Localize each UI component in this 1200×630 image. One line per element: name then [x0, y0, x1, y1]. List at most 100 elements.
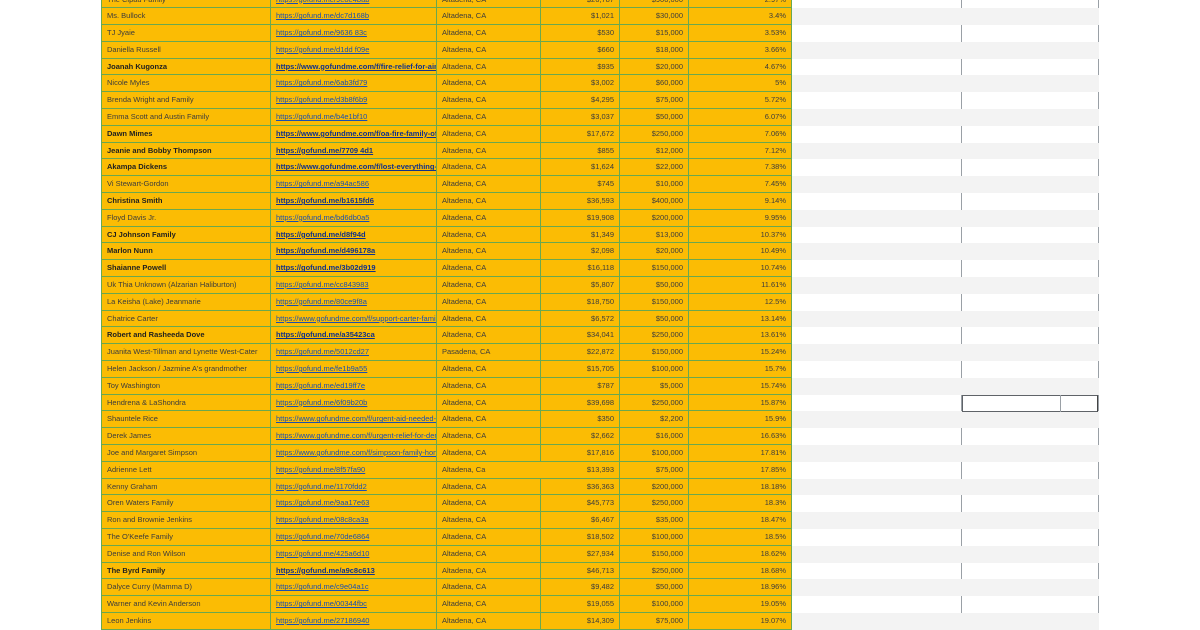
cell-percent-funded[interactable]: 18.5%	[689, 529, 792, 546]
empty-cells[interactable]	[792, 377, 1099, 395]
cell-location[interactable]: Altadena, CA	[437, 109, 541, 126]
cell-location[interactable]: Altadena, CA	[437, 260, 541, 278]
cell-percent-funded[interactable]: 9.14%	[689, 193, 792, 210]
empty-cells[interactable]	[792, 294, 1099, 311]
empty-cells[interactable]	[792, 41, 1099, 59]
cell-goal[interactable]: $35,000	[620, 512, 689, 529]
cell-amount-raised[interactable]: $15,705	[541, 361, 620, 378]
cell-goal[interactable]: $250,000	[620, 495, 689, 513]
cell-name[interactable]: Shauntele Rice	[101, 411, 271, 429]
cell-amount-raised[interactable]: $39,698	[541, 394, 620, 412]
cell-location[interactable]: Altadena, CA	[437, 92, 541, 110]
cell-fundraiser-link[interactable]: https://gofund.me/425a6d10	[271, 545, 437, 563]
cell-goal[interactable]: $2,200	[620, 411, 689, 429]
cell-amount-raised[interactable]: $27,934	[541, 545, 620, 563]
cell-fundraiser-link[interactable]: https://www.gofundme.com/f/urgent-relief…	[271, 428, 437, 446]
selected-cell[interactable]	[962, 394, 1098, 412]
cell-percent-funded[interactable]: 17.85%	[689, 461, 792, 479]
cell-fundraiser-link[interactable]: https://gofund.me/dc7d168b	[271, 8, 437, 26]
cell-amount-raised[interactable]: $2,098	[541, 243, 620, 261]
cell-name[interactable]: Adrienne Lett	[101, 461, 271, 479]
cell-goal[interactable]: $50,000	[620, 579, 689, 597]
cell-goal[interactable]: $900,000	[620, 0, 689, 9]
cell-amount-raised[interactable]: $14,309	[541, 612, 620, 630]
cell-goal[interactable]: $100,000	[620, 445, 689, 462]
cell-name[interactable]: Daniella Russell	[101, 41, 271, 59]
cell-goal[interactable]: $250,000	[620, 562, 689, 580]
cell-amount-raised[interactable]: $19,908	[541, 209, 620, 227]
cell-name[interactable]: Oren Waters Family	[101, 495, 271, 513]
cell-location[interactable]: Altadena, CA	[437, 579, 541, 597]
cell-goal[interactable]: $60,000	[620, 75, 689, 93]
cell-goal[interactable]: $50,000	[620, 310, 689, 328]
cell-percent-funded[interactable]: 7.38%	[689, 159, 792, 177]
cell-location[interactable]: Altadena, CA	[437, 478, 541, 496]
cell-location[interactable]: Altadena, CA	[437, 125, 541, 143]
cell-location[interactable]: Altadena, CA	[437, 529, 541, 546]
empty-cells[interactable]	[792, 495, 1099, 512]
cell-location[interactable]: Altadena, CA	[437, 142, 541, 160]
cell-goal[interactable]: $100,000	[620, 361, 689, 378]
cell-location[interactable]: Altadena, CA	[437, 75, 541, 93]
cell-amount-raised[interactable]: $6,572	[541, 310, 620, 328]
cell-fundraiser-link[interactable]: https://gofund.me/ed19ff7e	[271, 377, 437, 395]
cell-amount-raised[interactable]: $745	[541, 176, 620, 194]
cell-name[interactable]: Vi Stewart-Gordon	[101, 176, 271, 194]
empty-cells[interactable]	[792, 227, 1099, 244]
cell-percent-funded[interactable]: 4.67%	[689, 58, 792, 76]
cell-fundraiser-link[interactable]: https://gofund.me/d3b8f6b9	[271, 92, 437, 110]
empty-cells[interactable]	[792, 596, 1099, 613]
cell-percent-funded[interactable]: 19.05%	[689, 596, 792, 613]
cell-fundraiser-link[interactable]: https://gofund.me/a35423ca	[271, 327, 437, 345]
empty-cells[interactable]	[792, 243, 1099, 261]
cell-amount-raised[interactable]: $34,041	[541, 327, 620, 345]
cell-percent-funded[interactable]: 18.3%	[689, 495, 792, 513]
empty-cells[interactable]	[792, 0, 1099, 8]
cell-name[interactable]: Floyd Davis Jr.	[101, 209, 271, 227]
cell-goal[interactable]: $250,000	[620, 327, 689, 345]
cell-location[interactable]: Altadena, CA	[437, 0, 541, 9]
cell-goal[interactable]: $100,000	[620, 529, 689, 546]
cell-name[interactable]: Ms. Bullock	[101, 8, 271, 26]
cell-amount-raised[interactable]: $22,872	[541, 344, 620, 362]
cell-percent-funded[interactable]: 16.63%	[689, 428, 792, 446]
cell-percent-funded[interactable]: 7.45%	[689, 176, 792, 194]
cell-percent-funded[interactable]: 12.5%	[689, 293, 792, 311]
empty-cells[interactable]	[792, 478, 1099, 496]
cell-goal[interactable]: $75,000	[620, 612, 689, 630]
cell-name[interactable]: Dalyce Curry (Mamma D)	[101, 579, 271, 597]
empty-cells[interactable]	[792, 361, 1099, 378]
cell-fundraiser-link[interactable]: https://gofund.me/8f57fa90	[271, 461, 437, 479]
empty-cells[interactable]	[792, 159, 1099, 176]
cell-percent-funded[interactable]: 11.61%	[689, 277, 792, 294]
cell-location[interactable]: Altadena, CA	[437, 176, 541, 194]
cell-name[interactable]: The Cipau Family	[101, 0, 271, 9]
cell-amount-raised[interactable]: $855	[541, 142, 620, 160]
cell-fundraiser-link[interactable]: https://gofund.me/d1dd f09e	[271, 41, 437, 59]
cell-goal[interactable]: $15,000	[620, 25, 689, 42]
cell-fundraiser-link[interactable]: https://gofund.me/b1615fd6	[271, 193, 437, 210]
cell-percent-funded[interactable]: 9.95%	[689, 209, 792, 227]
cell-fundraiser-link[interactable]: https://www.gofundme.com/f/simpson-famil…	[271, 445, 437, 462]
cell-fundraiser-link[interactable]: https://gofund.me/c9e04a1c	[271, 579, 437, 597]
cell-amount-raised[interactable]: $4,295	[541, 92, 620, 110]
empty-cells[interactable]	[792, 176, 1099, 194]
empty-cells[interactable]	[792, 428, 1099, 445]
cell-name[interactable]: Denise and Ron Wilson	[101, 545, 271, 563]
cell-location[interactable]: Altadena, CA	[437, 562, 541, 580]
cell-fundraiser-link[interactable]: https://gofund.me/80ce9f8a	[271, 293, 437, 311]
empty-cells[interactable]	[792, 512, 1099, 529]
cell-percent-funded[interactable]: 15.87%	[689, 394, 792, 412]
cell-goal[interactable]: $400,000	[620, 193, 689, 210]
cell-fundraiser-link[interactable]: https://gofund.me/a94ac586	[271, 176, 437, 194]
cell-fundraiser-link[interactable]: https://gofund.me/27186940	[271, 612, 437, 630]
empty-cells[interactable]	[792, 260, 1099, 277]
cell-percent-funded[interactable]: 7.12%	[689, 142, 792, 160]
cell-name[interactable]: CJ Johnson Family	[101, 226, 271, 244]
cell-fundraiser-link[interactable]: https://gofund.me/6f09b20b	[271, 394, 437, 412]
cell-name[interactable]: Shaianne Powell	[101, 260, 271, 278]
cell-amount-raised[interactable]: $2,662	[541, 428, 620, 446]
cell-percent-funded[interactable]: 15.7%	[689, 361, 792, 378]
cell-goal[interactable]: $150,000	[620, 344, 689, 362]
cell-percent-funded[interactable]: 10.37%	[689, 226, 792, 244]
